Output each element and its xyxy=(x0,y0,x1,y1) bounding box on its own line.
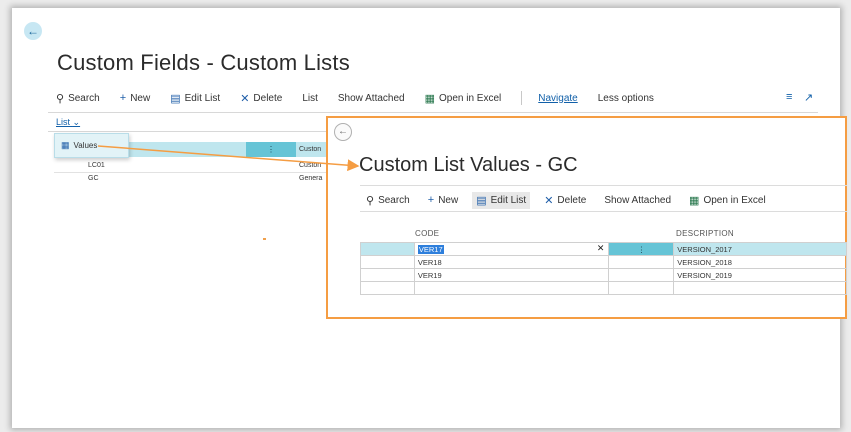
annotation-arrow xyxy=(97,145,360,172)
